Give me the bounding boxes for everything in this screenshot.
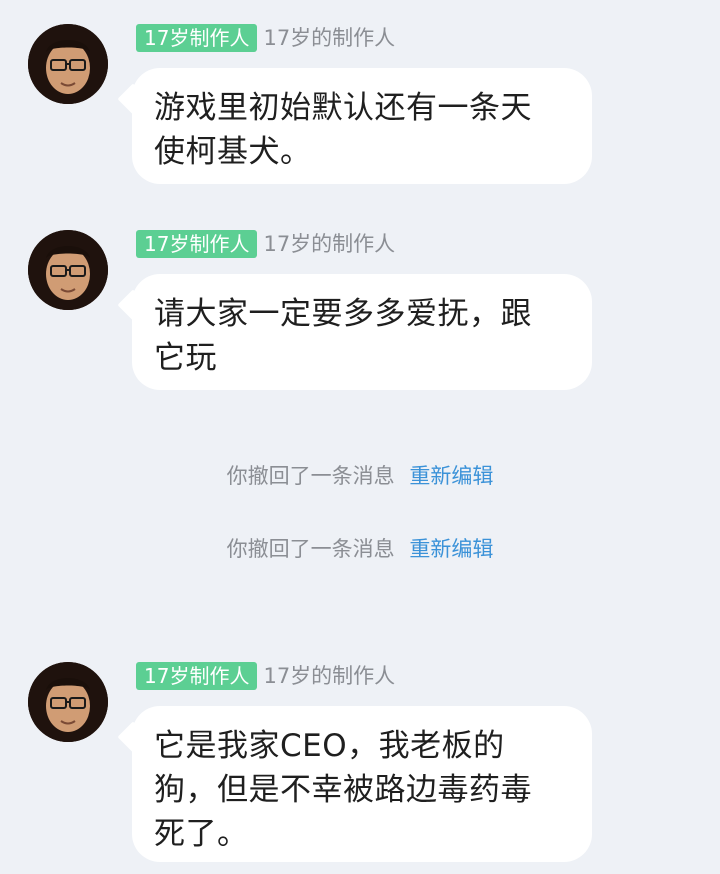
message-bubble[interactable]: 它是我家CEO，我老板的 狗，但是不幸被路边毒药毒 死了。 xyxy=(132,706,592,862)
message-meta: 17岁制作人 17岁的制作人 xyxy=(136,662,395,690)
re-edit-link[interactable]: 重新编辑 xyxy=(409,464,493,488)
sender-name: 17岁的制作人 xyxy=(263,26,396,50)
sender-name: 17岁的制作人 xyxy=(263,664,396,688)
recall-notice: 你撤回了一条消息 重新编辑 xyxy=(0,462,720,490)
avatar[interactable] xyxy=(28,24,108,104)
avatar[interactable] xyxy=(28,662,108,742)
chat-thread: 17岁制作人 17岁的制作人 游戏里初始默认还有一条天 使柯基犬。 17岁制作人… xyxy=(0,0,720,874)
sender-tag: 17岁制作人 xyxy=(136,230,258,258)
recall-notice: 你撤回了一条消息 重新编辑 xyxy=(0,535,720,563)
message-bubble[interactable]: 游戏里初始默认还有一条天 使柯基犬。 xyxy=(132,68,592,184)
re-edit-link[interactable]: 重新编辑 xyxy=(409,537,493,561)
sender-tag: 17岁制作人 xyxy=(136,662,258,690)
sender-name: 17岁的制作人 xyxy=(263,232,396,256)
recall-text: 你撤回了一条消息 xyxy=(226,537,395,561)
message-bubble[interactable]: 请大家一定要多多爱抚，跟 它玩 xyxy=(132,274,592,390)
sender-tag: 17岁制作人 xyxy=(136,24,258,52)
message-meta: 17岁制作人 17岁的制作人 xyxy=(136,230,395,258)
message-meta: 17岁制作人 17岁的制作人 xyxy=(136,24,395,52)
recall-text: 你撤回了一条消息 xyxy=(226,464,395,488)
avatar[interactable] xyxy=(28,230,108,310)
